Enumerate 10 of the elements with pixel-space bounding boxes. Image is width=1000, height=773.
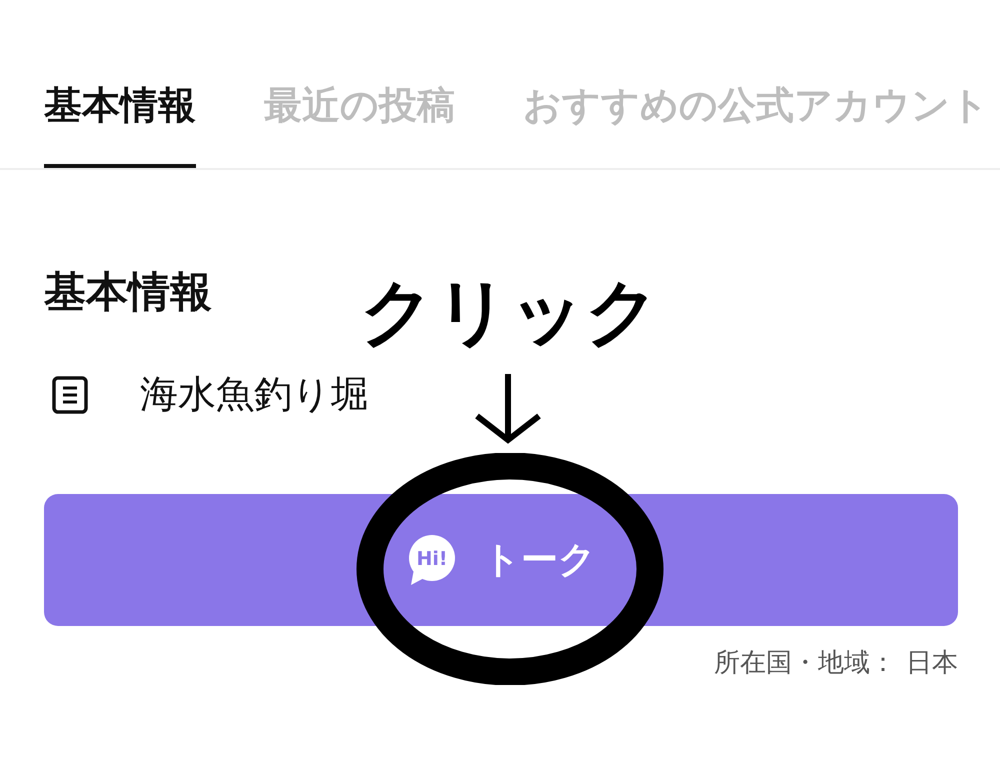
talk-button[interactable]: Hi! トーク xyxy=(44,494,958,626)
location-label: 所在国・地域： xyxy=(714,647,896,679)
section-title: 基本情報 xyxy=(44,267,212,317)
location-value: 日本 xyxy=(906,647,958,679)
document-icon xyxy=(52,376,88,414)
tab[interactable]: 最近の投稿 xyxy=(264,82,455,168)
annotation-label: クリック xyxy=(360,270,660,356)
description-text: 海水魚釣り堀 xyxy=(140,371,369,418)
tab[interactable]: おすすめの公式アカウント xyxy=(523,82,989,168)
tab[interactable]: 基本情報 xyxy=(44,82,196,168)
